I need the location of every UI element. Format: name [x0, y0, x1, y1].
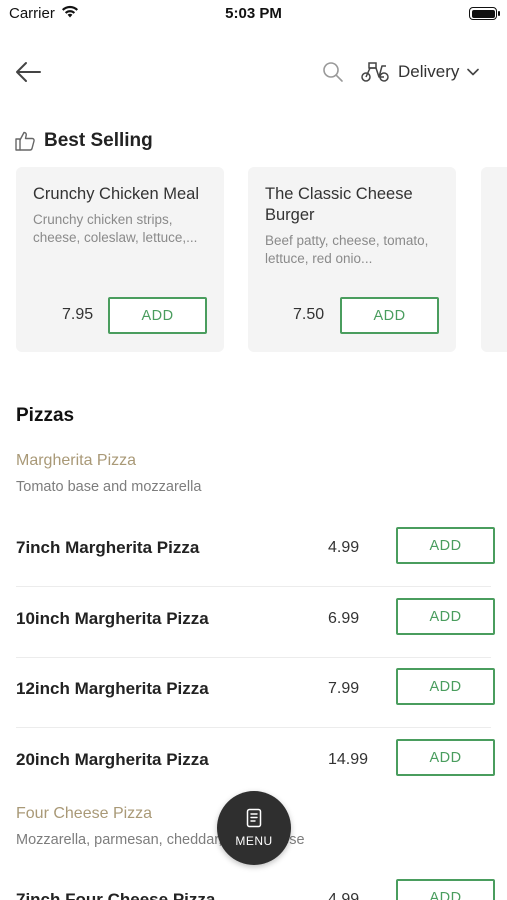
status-time: 5:03 PM	[225, 5, 282, 22]
subcategory-title: Margherita Pizza	[16, 452, 137, 469]
add-button[interactable]: ADD	[108, 297, 207, 334]
add-button[interactable]: ADD	[396, 527, 495, 564]
product-name: Crunchy Chicken Meal	[33, 185, 199, 203]
search-button[interactable]	[320, 59, 346, 85]
thumbs-up-icon	[15, 131, 35, 151]
add-button[interactable]: ADD	[340, 297, 439, 334]
best-selling-title: Best Selling	[44, 130, 153, 151]
chevron-down-icon	[467, 68, 480, 76]
scooter-icon	[361, 62, 389, 82]
subcategory-title: Four Cheese Pizza	[16, 805, 153, 822]
menu-button[interactable]: MENU	[217, 791, 291, 865]
product-price: 7.95	[62, 306, 94, 323]
product-description: Beef patty, cheese, tomato, lettuce, red…	[265, 233, 429, 266]
product-card[interactable]: Crunchy Chicken Meal Crunchy chicken str…	[16, 167, 224, 352]
product-name: The Classic Cheese Burger	[265, 185, 413, 224]
item-name: 7inch Four Cheese Pizza	[16, 890, 216, 900]
item-price: 4.99	[328, 891, 360, 900]
item-name: 12inch Margherita Pizza	[16, 679, 209, 698]
menu-book-icon	[246, 808, 262, 828]
item-price: 7.99	[328, 680, 360, 697]
add-button[interactable]: ADD	[396, 668, 495, 705]
delivery-selector[interactable]: Delivery	[360, 58, 480, 86]
item-price: 14.99	[328, 751, 369, 768]
menu-item-row[interactable]: 7inch Four Cheese Pizza 4.99 ADD	[16, 868, 495, 900]
item-name: 10inch Margherita Pizza	[16, 609, 209, 628]
search-icon	[323, 62, 343, 82]
menu-item-row[interactable]: 10inch Margherita Pizza 6.99 ADD	[16, 587, 495, 658]
menu-item-row[interactable]: 20inch Margherita Pizza 14.99 ADD	[16, 728, 495, 798]
delivery-label: Delivery	[398, 62, 460, 81]
add-button[interactable]: ADD	[396, 739, 495, 776]
add-button[interactable]: ADD	[396, 879, 495, 900]
subcategory-description: Tomato base and mozzarella	[16, 479, 202, 495]
menu-button-label: MENU	[235, 834, 273, 848]
menu-item-row[interactable]: 7inch Margherita Pizza 4.99 ADD	[16, 516, 495, 587]
menu-item-row[interactable]: 12inch Margherita Pizza 7.99 ADD	[16, 657, 495, 728]
battery-icon	[469, 7, 500, 20]
add-button[interactable]: ADD	[396, 598, 495, 635]
nav-bar: Delivery	[0, 50, 507, 94]
product-price: 7.50	[293, 306, 325, 323]
item-name: 20inch Margherita Pizza	[16, 750, 209, 769]
product-card[interactable]: The Classic Cheese Burger Beef patty, ch…	[248, 167, 456, 352]
item-name: 7inch Margherita Pizza	[16, 538, 200, 557]
back-button[interactable]	[12, 57, 44, 87]
product-card-partial[interactable]	[481, 167, 507, 352]
item-price: 6.99	[328, 610, 360, 627]
status-bar: Carrier 5:03 PM	[0, 0, 507, 28]
product-description: Crunchy chicken strips, cheese, coleslaw…	[33, 212, 198, 245]
item-price: 4.99	[328, 539, 360, 556]
best-selling-header: Best Selling	[14, 130, 153, 152]
arrow-left-icon	[16, 62, 41, 82]
best-selling-carousel[interactable]: Crunchy Chicken Meal Crunchy chicken str…	[16, 167, 507, 353]
category-title: Pizzas	[16, 405, 75, 426]
